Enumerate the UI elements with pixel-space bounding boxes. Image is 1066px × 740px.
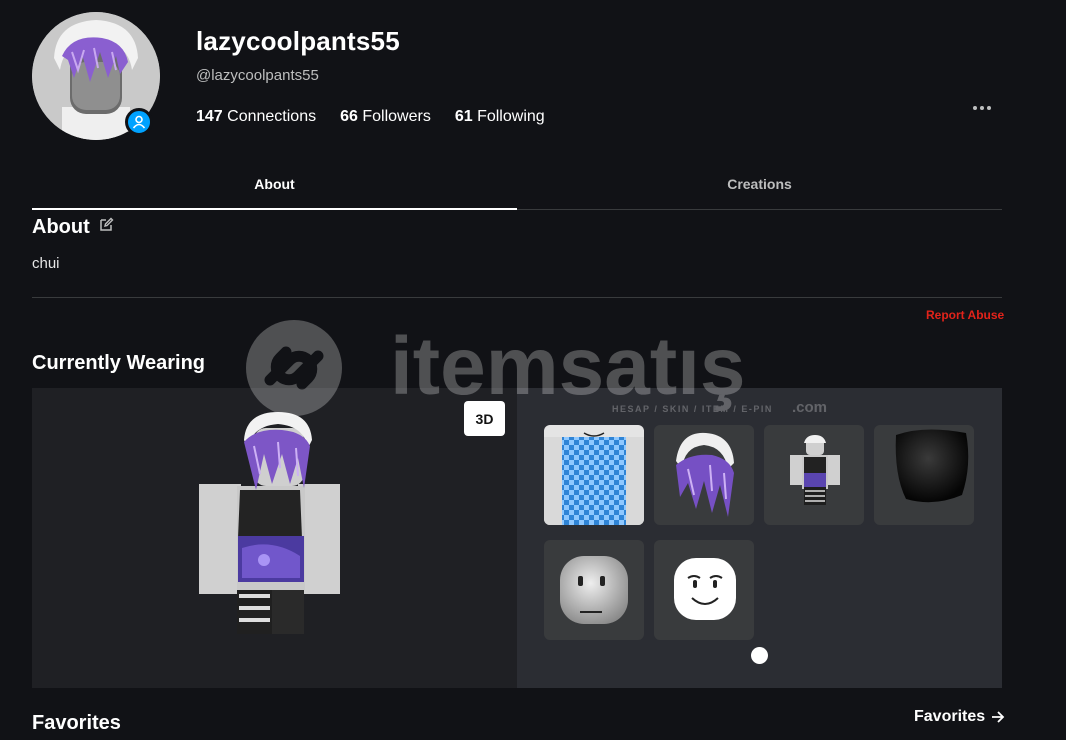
stat-followers[interactable]: 66 Followers (340, 108, 431, 126)
purple-hair-icon (676, 432, 734, 517)
checkered-shirt-icon (544, 425, 644, 525)
avatar-preview-panel[interactable] (32, 388, 517, 688)
wearing-item[interactable] (654, 540, 754, 640)
stat-label: Followers (362, 108, 431, 125)
favorites-heading: Favorites (32, 712, 121, 734)
stat-connections[interactable]: 147 Connections (196, 108, 316, 126)
avatar-full-body-image (199, 412, 340, 634)
wearing-item[interactable] (544, 540, 644, 640)
stat-count: 147 (196, 108, 223, 125)
favorites-link[interactable]: Favorites (914, 708, 1005, 726)
profile-stats: 147 Connections 66 Followers 61 Followin… (196, 108, 545, 126)
tab-about[interactable]: About (32, 160, 517, 210)
edit-icon[interactable] (98, 216, 114, 239)
wearing-item[interactable] (654, 425, 754, 525)
about-text: chui (32, 255, 60, 272)
divider (32, 297, 1002, 298)
wearing-item[interactable] (764, 425, 864, 525)
about-heading-row: About (32, 216, 114, 239)
arrow-right-icon (992, 711, 1005, 723)
head-icon (560, 556, 628, 624)
favorites-link-label: Favorites (914, 708, 986, 725)
about-heading: About (32, 216, 90, 238)
stat-label: Connections (227, 108, 317, 125)
carousel-dot[interactable] (751, 647, 768, 664)
more-options-icon[interactable] (970, 100, 994, 116)
profile-tabs: About Creations (32, 160, 1002, 210)
wearing-item[interactable] (874, 425, 974, 525)
username: @lazycoolpants55 (196, 67, 319, 84)
smile-face-icon (674, 558, 736, 620)
toggle-3d-button[interactable]: 3D (464, 401, 505, 436)
stat-following[interactable]: 61 Following (455, 108, 545, 126)
stat-count: 61 (454, 108, 473, 125)
currently-wearing-heading: Currently Wearing (32, 352, 205, 374)
stat-count: 66 (340, 108, 358, 125)
report-abuse-link[interactable]: Report Abuse (926, 308, 1004, 322)
display-name: lazycoolpants55 (196, 26, 400, 56)
wearing-item[interactable] (544, 425, 644, 525)
black-head-icon (895, 429, 969, 503)
online-status-icon (125, 108, 153, 136)
outfit-icon (790, 435, 840, 505)
wearing-items-panel (517, 388, 1002, 688)
stat-label: Following (477, 108, 545, 125)
tab-creations[interactable]: Creations (517, 160, 1002, 209)
